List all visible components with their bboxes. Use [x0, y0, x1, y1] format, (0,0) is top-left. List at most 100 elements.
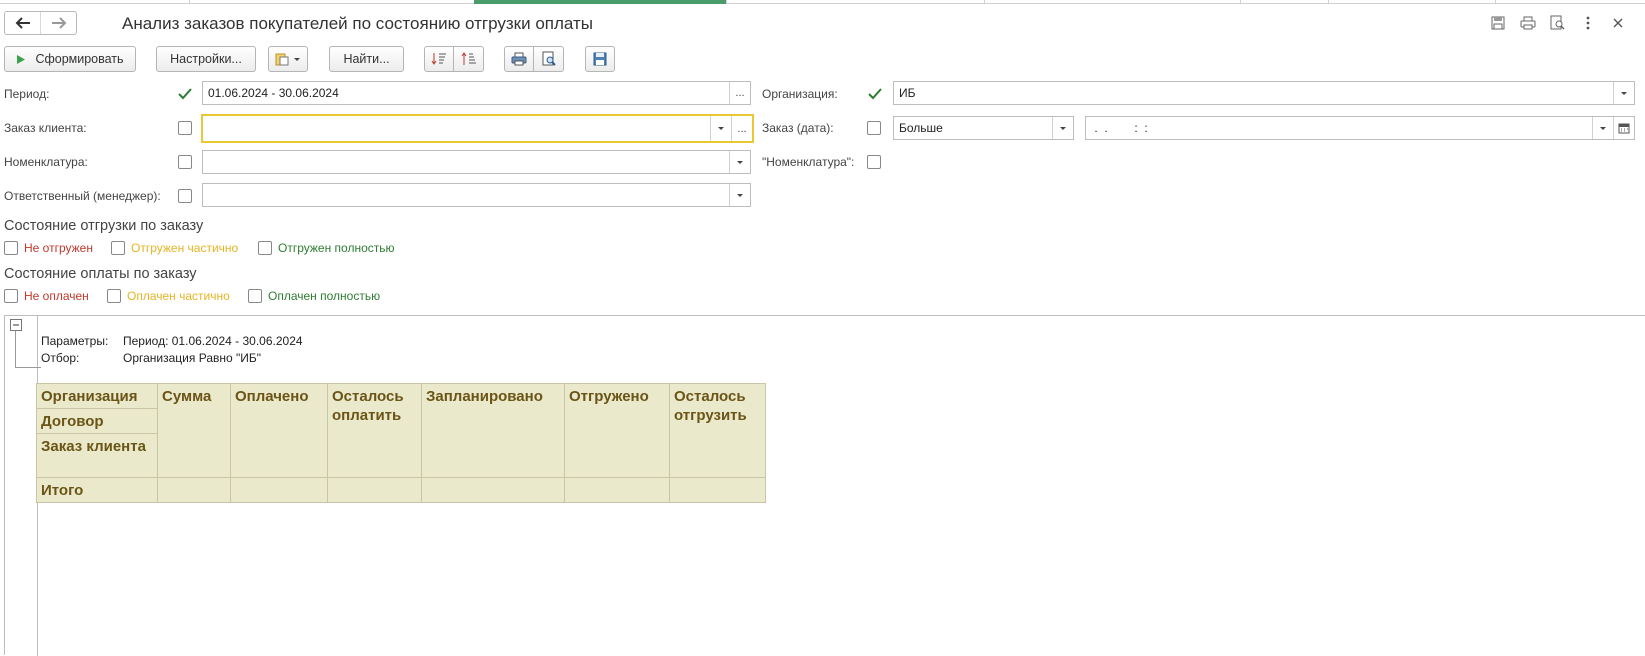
- print-icon[interactable]: [1519, 14, 1537, 32]
- minus-icon: [13, 324, 19, 326]
- payment-option-partial[interactable]: Оплачен частично: [107, 289, 230, 303]
- find-button[interactable]: Найти...: [329, 46, 404, 72]
- calendar-button[interactable]: [1613, 117, 1634, 139]
- header-organization[interactable]: Организация: [36, 383, 158, 409]
- total-remaining-to-pay-cell[interactable]: [327, 477, 422, 503]
- organization-field[interactable]: ИБ: [893, 81, 1635, 105]
- back-button[interactable]: [5, 12, 40, 34]
- comparison-dropdown-button[interactable]: [1052, 117, 1073, 139]
- payment-full-checkbox[interactable]: [248, 289, 262, 303]
- order-date-value-field[interactable]: . . : :: [1085, 116, 1635, 140]
- shipment-option-partial[interactable]: Отгружен частично: [111, 241, 238, 255]
- save-icon[interactable]: [1489, 14, 1507, 32]
- sort-ascending-button[interactable]: [424, 46, 454, 72]
- header-shipped[interactable]: Отгружено: [564, 383, 670, 478]
- shipment-state-title: Состояние отгрузки по заказу: [4, 218, 204, 234]
- nomenclature-field[interactable]: [202, 150, 751, 174]
- report-table[interactable]: Организация Сумма Оплачено Осталось опла…: [36, 383, 766, 503]
- arrow-left-icon: [15, 17, 30, 29]
- shipment-full-label: Отгружен полностью: [278, 241, 395, 255]
- header-remaining-to-ship[interactable]: Осталось отгрузить: [669, 383, 766, 478]
- save-report-button[interactable]: [585, 46, 615, 72]
- close-icon[interactable]: [1609, 14, 1627, 32]
- organization-checkbox[interactable]: [868, 87, 882, 101]
- tab-strip-segment[interactable]: [1329, 0, 1496, 4]
- header-paid[interactable]: Оплачено: [230, 383, 328, 478]
- customer-order-field[interactable]: ...: [201, 114, 754, 143]
- order-date-comparison-field[interactable]: Больше: [893, 116, 1074, 140]
- payment-not-paid-label: Не оплачен: [24, 289, 89, 303]
- organization-value: ИБ: [899, 86, 916, 100]
- sort-ascending-icon: [431, 53, 446, 65]
- period-checkbox[interactable]: [178, 87, 192, 101]
- total-sum-cell[interactable]: [157, 477, 231, 503]
- forward-button[interactable]: [40, 12, 76, 34]
- period-select-button[interactable]: ...: [729, 82, 750, 104]
- payment-option-not-paid[interactable]: Не оплачен: [4, 289, 89, 303]
- total-paid-cell[interactable]: [230, 477, 328, 503]
- total-shipped-cell[interactable]: [564, 477, 670, 503]
- manager-dropdown-button[interactable]: [729, 184, 750, 206]
- collapse-group-button[interactable]: [10, 319, 22, 331]
- variant-menu-button[interactable]: [268, 46, 308, 72]
- tab-strip-segment[interactable]: [985, 0, 1241, 4]
- tab-strip-active-segment[interactable]: [474, 0, 727, 4]
- header-customer-order[interactable]: Заказ клиента: [36, 433, 158, 478]
- header-sum[interactable]: Сумма: [157, 383, 231, 478]
- nomenclature-checkbox[interactable]: [178, 155, 192, 169]
- date-dropdown-button[interactable]: [1592, 117, 1613, 139]
- nomenclature-flag-checkbox[interactable]: [867, 155, 881, 169]
- page-title: Анализ заказов покупателей по состоянию …: [122, 14, 593, 33]
- chevron-down-icon: [1600, 126, 1606, 130]
- header-remaining-to-pay[interactable]: Осталось оплатить: [327, 383, 422, 478]
- print-preview-icon: [542, 51, 556, 66]
- navigation-buttons: [4, 11, 77, 35]
- payment-partial-label: Оплачен частично: [127, 289, 230, 303]
- manager-field[interactable]: [202, 183, 751, 207]
- total-planned-cell[interactable]: [421, 477, 565, 503]
- sort-descending-icon: [461, 52, 476, 65]
- tab-strip-segment[interactable]: [1241, 0, 1329, 4]
- payment-full-label: Оплачен полностью: [268, 289, 381, 303]
- generate-button[interactable]: Сформировать: [4, 46, 136, 72]
- payment-not-paid-checkbox[interactable]: [4, 289, 18, 303]
- group-bracket: [15, 331, 41, 368]
- header-contract[interactable]: Договор: [36, 408, 158, 434]
- tab-strip-segment[interactable]: [727, 0, 985, 4]
- nomenclature-dropdown-button[interactable]: [729, 151, 750, 173]
- preview-icon[interactable]: [1549, 14, 1567, 32]
- shipment-full-checkbox[interactable]: [258, 241, 272, 255]
- arrow-right-icon: [51, 17, 66, 29]
- customer-order-checkbox[interactable]: [178, 121, 192, 135]
- print-preview-button[interactable]: [534, 46, 564, 72]
- shipment-option-full[interactable]: Отгружен полностью: [258, 241, 395, 255]
- print-button[interactable]: [504, 46, 534, 72]
- generate-label: Сформировать: [35, 52, 124, 66]
- shipment-not-shipped-label: Не отгружен: [24, 241, 93, 255]
- period-field[interactable]: 01.06.2024 - 30.06.2024 ...: [202, 81, 751, 105]
- tab-strip: [0, 0, 1645, 4]
- shipment-not-shipped-checkbox[interactable]: [4, 241, 18, 255]
- payment-option-full[interactable]: Оплачен полностью: [248, 289, 380, 303]
- manager-label: Ответственный (менеджер):: [4, 189, 161, 203]
- more-icon[interactable]: [1579, 14, 1597, 32]
- settings-label: Настройки...: [170, 52, 242, 66]
- total-remaining-to-ship-cell[interactable]: [669, 477, 766, 503]
- tab-strip-segment[interactable]: [0, 0, 190, 4]
- shipment-partial-checkbox[interactable]: [111, 241, 125, 255]
- order-date-checkbox[interactable]: [867, 121, 881, 135]
- total-label[interactable]: Итого: [36, 477, 158, 503]
- customer-order-select-button[interactable]: ...: [731, 116, 752, 141]
- header-planned[interactable]: Запланировано: [421, 383, 565, 478]
- shipment-option-not-shipped[interactable]: Не отгружен: [4, 241, 93, 255]
- chevron-down-icon: [1621, 91, 1627, 95]
- sort-descending-button[interactable]: [454, 46, 484, 72]
- manager-checkbox[interactable]: [178, 189, 192, 203]
- order-date-value: . . : :: [1091, 121, 1148, 135]
- customer-order-dropdown-button[interactable]: [710, 116, 731, 141]
- settings-button[interactable]: Настройки...: [156, 46, 256, 72]
- organization-dropdown-button[interactable]: [1613, 82, 1634, 104]
- report-gutter: [5, 316, 41, 656]
- chevron-down-icon: [1060, 126, 1066, 130]
- payment-partial-checkbox[interactable]: [107, 289, 121, 303]
